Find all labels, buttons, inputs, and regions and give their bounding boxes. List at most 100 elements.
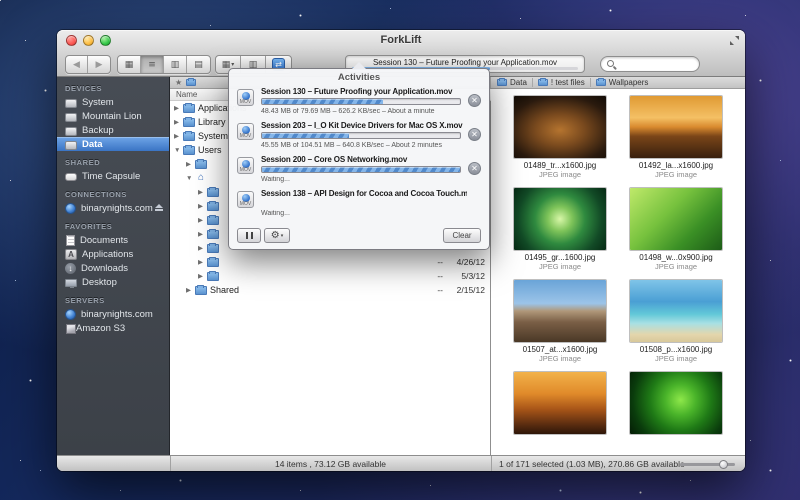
cancel-transfer-button[interactable] bbox=[468, 162, 481, 175]
app-icon bbox=[65, 249, 77, 260]
forward-icon: ▶ bbox=[96, 60, 103, 70]
sidebar-item-desktop[interactable]: Desktop bbox=[57, 275, 169, 289]
desktop-icon bbox=[65, 279, 77, 287]
sidebar-item-applications[interactable]: Applications bbox=[57, 247, 169, 261]
slider-knob[interactable] bbox=[719, 460, 728, 469]
file-row[interactable]: ▶ -- 4/26/12 bbox=[170, 255, 490, 269]
minimize-window-button[interactable] bbox=[83, 35, 94, 46]
activities-footer: ⚙▾ Clear bbox=[237, 228, 481, 244]
wallpaper-thumbnail[interactable] bbox=[514, 188, 606, 250]
view-mode-control: ▦ ≡ ▥ ▤ bbox=[117, 55, 211, 74]
file-size: -- bbox=[417, 257, 443, 267]
file-item-01489-tr-x1600-jpg[interactable]: 01489_tr...x1600.jpg JPEG image bbox=[507, 96, 613, 179]
disclosure-triangle-icon[interactable]: ▶ bbox=[198, 244, 207, 252]
folder-icon bbox=[195, 286, 207, 295]
file-item-01508-p-x1600-jpg[interactable]: 01508_p...x1600.jpg JPEG image bbox=[623, 280, 729, 363]
file-name: 01508_p...x1600.jpg bbox=[623, 345, 729, 354]
sidebar-item-label: Downloads bbox=[81, 263, 128, 274]
sidebar-item-data[interactable]: Data bbox=[57, 137, 169, 151]
file-row[interactable]: ▶ -- 5/3/12 bbox=[170, 269, 490, 283]
breadcrumb-data[interactable]: Data bbox=[497, 78, 527, 87]
chevron-down-icon: ▾ bbox=[231, 61, 234, 68]
cancel-transfer-button[interactable] bbox=[468, 94, 481, 107]
disclosure-triangle-icon[interactable]: ▶ bbox=[186, 160, 195, 168]
transfer-progress-bar bbox=[261, 98, 461, 105]
disclosure-triangle-icon[interactable]: ▶ bbox=[186, 286, 195, 294]
disclosure-triangle-icon[interactable]: ▶ bbox=[198, 202, 207, 210]
file-item[interactable] bbox=[623, 372, 729, 437]
file-name: System bbox=[198, 131, 228, 141]
zoom-window-button[interactable] bbox=[100, 35, 111, 46]
search-field[interactable] bbox=[600, 56, 700, 72]
pause-button[interactable] bbox=[237, 228, 261, 243]
globe-icon bbox=[65, 203, 76, 214]
wallpaper-thumbnail[interactable] bbox=[630, 188, 722, 250]
file-name: Library bbox=[198, 117, 226, 127]
breadcrumb-wallpapers[interactable]: Wallpapers bbox=[596, 78, 649, 87]
disclosure-triangle-icon[interactable]: ▶ bbox=[198, 216, 207, 224]
breadcrumb-label: Wallpapers bbox=[609, 78, 649, 87]
sidebar-item-downloads[interactable]: Downloads bbox=[57, 261, 169, 275]
folder-icon bbox=[497, 79, 507, 86]
actions-menu-button[interactable]: ⚙▾ bbox=[264, 228, 290, 243]
file-kind: JPEG image bbox=[623, 170, 729, 179]
wallpaper-thumbnail[interactable] bbox=[630, 372, 722, 434]
icon-view-button[interactable]: ▦ bbox=[118, 56, 141, 73]
quicktime-movie-icon bbox=[237, 89, 254, 106]
thumbnail-size-slider[interactable] bbox=[680, 463, 735, 466]
file-item-01507-at-x1600-jpg[interactable]: 01507_at...x1600.jpg JPEG image bbox=[507, 280, 613, 363]
coverflow-view-button[interactable]: ▤ bbox=[187, 56, 210, 73]
clear-button[interactable]: Clear bbox=[443, 228, 481, 243]
disclosure-triangle-icon[interactable]: ▶ bbox=[198, 258, 207, 266]
sidebar-item-system[interactable]: System bbox=[57, 95, 169, 109]
sidebar-item-time-capsule[interactable]: Time Capsule bbox=[57, 169, 169, 183]
close-window-button[interactable] bbox=[66, 35, 77, 46]
folder-icon bbox=[207, 230, 219, 239]
disclosure-triangle-icon[interactable]: ▶ bbox=[198, 272, 207, 280]
cancel-transfer-button[interactable] bbox=[468, 128, 481, 141]
file-name: 01492_la...x1600.jpg bbox=[623, 161, 729, 170]
file-item-01495-gr-1600-jpg[interactable]: 01495_gr...1600.jpg JPEG image bbox=[507, 188, 613, 271]
wallpaper-thumbnail[interactable] bbox=[630, 280, 722, 342]
file-item-01498-w-0x900-jpg[interactable]: 01498_w...0x900.jpg JPEG image bbox=[623, 188, 729, 271]
activities-title: Activities bbox=[229, 69, 489, 85]
disclosure-triangle-icon[interactable]: ▼ bbox=[174, 147, 183, 154]
disclosure-triangle-icon[interactable]: ▼ bbox=[186, 175, 195, 182]
sidebar-item-binarynights-com[interactable]: binarynights.com bbox=[57, 201, 169, 215]
file-item[interactable] bbox=[507, 372, 613, 437]
search-input[interactable] bbox=[617, 58, 693, 70]
forklift-window: ForkLift ◀ ▶ ▦ ≡ ▥ ▤ ▦▾ ▥ ⇄ Session 130 … bbox=[57, 30, 745, 471]
disclosure-triangle-icon[interactable]: ▶ bbox=[198, 230, 207, 238]
sidebar-item-documents[interactable]: Documents bbox=[57, 233, 169, 247]
fullscreen-icon[interactable] bbox=[730, 36, 739, 45]
disclosure-triangle-icon[interactable]: ▶ bbox=[174, 104, 183, 112]
wallpaper-thumbnail[interactable] bbox=[514, 372, 606, 434]
transfer-file-name: Session 138 – API Design for Cocoa and C… bbox=[261, 188, 467, 198]
disclosure-triangle-icon[interactable]: ▶ bbox=[198, 188, 207, 196]
disclosure-triangle-icon[interactable]: ▶ bbox=[174, 132, 183, 140]
sidebar-item-mountain-lion[interactable]: Mountain Lion bbox=[57, 109, 169, 123]
coverflow-view-icon: ▤ bbox=[194, 60, 203, 70]
forward-button[interactable]: ▶ bbox=[88, 56, 110, 73]
grid-view-icon: ▦ bbox=[125, 60, 134, 70]
breadcrumb-label: Data bbox=[510, 78, 527, 87]
file-row-shared[interactable]: ▶ Shared -- 2/15/12 bbox=[170, 283, 490, 297]
list-view-button[interactable]: ≡ bbox=[141, 56, 164, 73]
wallpaper-thumbnail[interactable] bbox=[630, 96, 722, 158]
folder-icon bbox=[207, 244, 219, 253]
sidebar-item-binarynights-com[interactable]: binarynights.com bbox=[57, 307, 169, 321]
file-date: 5/3/12 bbox=[443, 271, 485, 281]
disclosure-triangle-icon[interactable]: ▶ bbox=[174, 118, 183, 126]
file-item-01492-la-x1600-jpg[interactable]: 01492_la...x1600.jpg JPEG image bbox=[623, 96, 729, 179]
file-date: 4/26/12 bbox=[443, 257, 485, 267]
column-view-button[interactable]: ▥ bbox=[164, 56, 187, 73]
wallpaper-thumbnail[interactable] bbox=[514, 280, 606, 342]
title-bar[interactable]: ForkLift bbox=[57, 30, 745, 51]
wallpaper-thumbnail[interactable] bbox=[514, 96, 606, 158]
favorites-star-icon[interactable]: ★ bbox=[175, 78, 182, 88]
back-button[interactable]: ◀ bbox=[66, 56, 88, 73]
sidebar-item-backup[interactable]: Backup bbox=[57, 123, 169, 137]
breadcrumb-test-files[interactable]: ! test files bbox=[538, 78, 585, 87]
eject-icon[interactable] bbox=[155, 204, 163, 212]
sidebar-item-amazon-s3[interactable]: Amazon S3 bbox=[57, 321, 169, 335]
